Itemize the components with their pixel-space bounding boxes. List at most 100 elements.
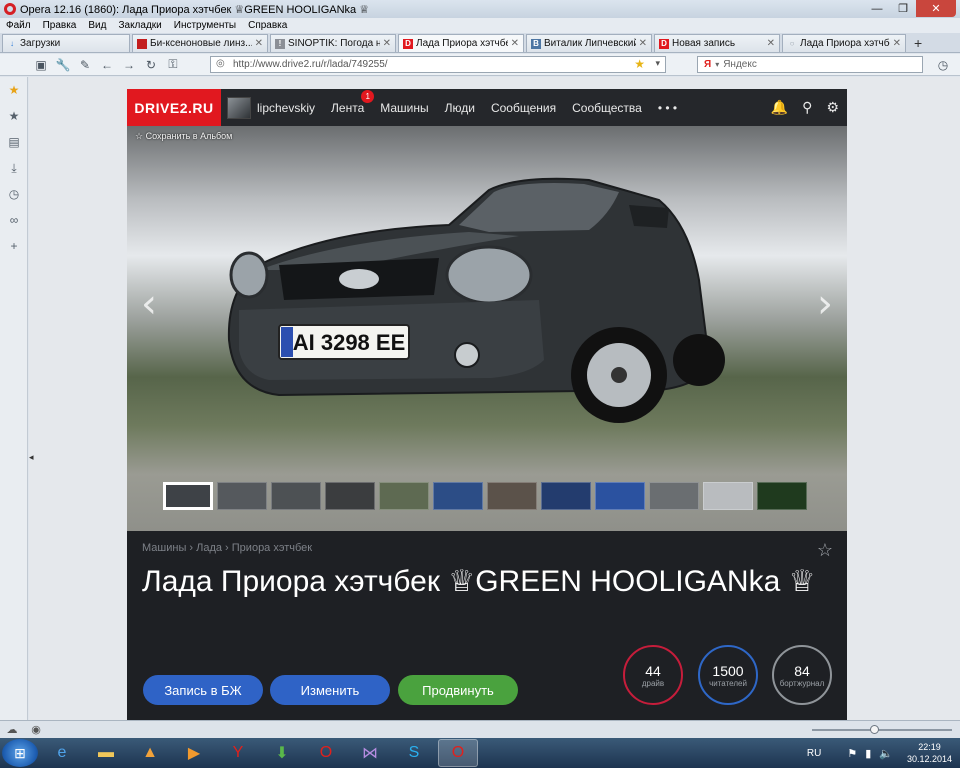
tab-lada-loading[interactable]: ○ Лада Приора хэтчбек ... ✕ [782,34,906,52]
nav-people[interactable]: Люди [445,101,475,115]
notes-icon[interactable]: ▤ [0,129,28,155]
tab-close-icon[interactable]: ✕ [511,38,519,49]
speed-dial-clock-icon[interactable]: ◷ [932,55,954,75]
next-photo-icon[interactable]: › [817,281,833,327]
nav-messages[interactable]: Сообщения [491,101,556,115]
nav-more[interactable]: • • • [658,101,677,115]
opera-taskbar-icon[interactable]: O [306,739,346,767]
turbo-icon[interactable]: ◉ [24,723,48,736]
search-input[interactable]: Я ▾ Яндекс [697,56,923,73]
photo-thumbnail[interactable] [325,482,375,510]
forward-icon[interactable]: → [118,55,140,75]
photo-thumbnail[interactable] [163,482,213,510]
tab-close-icon[interactable]: ✕ [383,38,391,49]
site-logo[interactable]: DRIVE2.RU [127,89,221,126]
reload-icon[interactable]: ↻ [140,55,162,75]
stat-readers[interactable]: 1500 читателей [698,645,758,705]
menu-edit[interactable]: Правка [43,20,77,31]
download-icon[interactable]: ⤓ [0,155,28,181]
new-tab-button[interactable]: + [914,35,922,51]
clock[interactable]: 22:19 30.12.2014 [907,741,952,765]
tab-lada-active[interactable]: D Лада Приора хэтчбек ... ✕ [398,34,524,52]
network-icon[interactable]: ▮ [865,747,871,760]
address-input[interactable]: ◎ http://www.drive2.ru/r/lada/749255/ ★ … [210,56,666,73]
utorrent-icon[interactable]: ⬇ [262,739,302,767]
nav-cars[interactable]: Машины [380,101,428,115]
visual-studio-icon[interactable]: ⋈ [350,739,390,767]
bookmarks-star-icon[interactable]: ★ [0,77,28,103]
photo-thumbnail[interactable] [703,482,753,510]
skype-icon[interactable]: S [394,739,434,767]
photo-thumbnail[interactable] [487,482,537,510]
stat-journal[interactable]: 84 бортжурнал [772,645,832,705]
explorer-folder-icon[interactable]: ▬ [86,739,126,767]
search-icon[interactable]: ⚲ [802,99,812,116]
tab-bixenon[interactable]: Би-ксеноновые линз... ✕ [132,34,268,52]
tab-new-post[interactable]: D Новая запись ✕ [654,34,780,52]
flag-icon[interactable]: ⚑ [847,747,857,760]
add-journal-entry-button[interactable]: Запись в БЖ [143,675,263,705]
menu-bookmarks[interactable]: Закладки [118,20,161,31]
stat-drives[interactable]: 44 драйв [623,645,683,705]
cloud-icon[interactable]: ☁ [0,723,24,736]
pencil-icon[interactable]: ✎ [74,55,96,75]
zoom-slider-track[interactable] [812,729,952,731]
tab-vk[interactable]: B Виталик Липчевский ✕ [526,34,652,52]
prev-photo-icon[interactable]: ‹ [141,281,157,327]
tab-close-icon[interactable]: ✕ [767,38,775,49]
panel-collapse-icon[interactable]: ◂ [29,452,34,463]
tab-close-icon[interactable]: ✕ [893,38,901,49]
minimize-button[interactable]: — [864,0,890,17]
back-icon[interactable]: ← [96,55,118,75]
add-panel-icon[interactable]: + [0,233,28,259]
photo-thumbnail[interactable] [379,482,429,510]
tab-sinoptik[interactable]: ! SINOPTIK: Погода на 2... ✕ [270,34,396,52]
photo-thumbnail[interactable] [217,482,267,510]
avatar[interactable] [227,96,251,119]
start-button[interactable]: ⊞ [2,739,38,767]
link-icon[interactable]: ∞ [0,207,28,233]
nav-feed[interactable]: Лента 1 [331,89,375,115]
yandex-browser-icon[interactable]: Y [218,739,258,767]
wrench-icon[interactable]: 🔧 [52,55,74,75]
edit-button[interactable]: Изменить [270,675,390,705]
menu-help[interactable]: Справка [248,20,287,31]
promote-button[interactable]: Продвинуть [398,675,518,705]
bell-icon[interactable]: 🔔 [771,99,788,116]
username-link[interactable]: lipchevskiy [257,101,315,115]
save-to-album-link[interactable]: ☆ Сохранить в Альбом [135,131,232,142]
tab-close-icon[interactable]: ✕ [639,38,647,49]
key-icon[interactable]: ⚿ [162,55,184,75]
close-window-button[interactable]: ✕ [916,0,956,17]
maximize-button[interactable]: ❐ [890,0,916,17]
photo-thumbnail[interactable] [271,482,321,510]
media-player-icon[interactable]: ▶ [174,739,214,767]
opera-active-icon[interactable]: O [438,739,478,767]
menu-tools[interactable]: Инструменты [174,20,236,31]
breadcrumb[interactable]: Машины › Лада › Приора хэтчбек [142,542,312,554]
aimp-icon[interactable]: ▲ [130,739,170,767]
volume-icon[interactable]: 🔈 [879,747,893,760]
internet-explorer-icon[interactable]: e [42,739,82,767]
menu-file[interactable]: Файл [6,20,31,31]
panel-icon[interactable]: ▣ [30,55,52,75]
chevron-down-icon[interactable]: ▾ [715,60,719,69]
car-photo[interactable]: AI 3298 EE ☆ Сохранить в Альбом ‹ › [127,126,847,531]
history-icon[interactable]: ◷ [0,181,28,207]
favorite-star-icon[interactable]: ☆ [817,540,833,561]
menu-view[interactable]: Вид [88,20,106,31]
chevron-down-icon[interactable]: ▾ [655,58,660,69]
photo-thumbnail[interactable] [757,482,807,510]
nav-communities[interactable]: Сообщества [572,101,642,115]
photo-thumbnail[interactable] [595,482,645,510]
gear-icon[interactable]: ⚙ [826,99,839,116]
zoom-slider-handle[interactable] [870,725,879,734]
photo-thumbnail[interactable] [649,482,699,510]
tab-close-icon[interactable]: ✕ [255,38,263,49]
star-icon[interactable]: ★ [0,103,28,129]
bookmark-star-icon[interactable]: ★ [634,57,645,71]
photo-thumbnail[interactable] [541,482,591,510]
photo-thumbnail[interactable] [433,482,483,510]
language-indicator[interactable]: RU [807,748,821,759]
tab-downloads[interactable]: ↓ Загрузки [2,34,130,52]
